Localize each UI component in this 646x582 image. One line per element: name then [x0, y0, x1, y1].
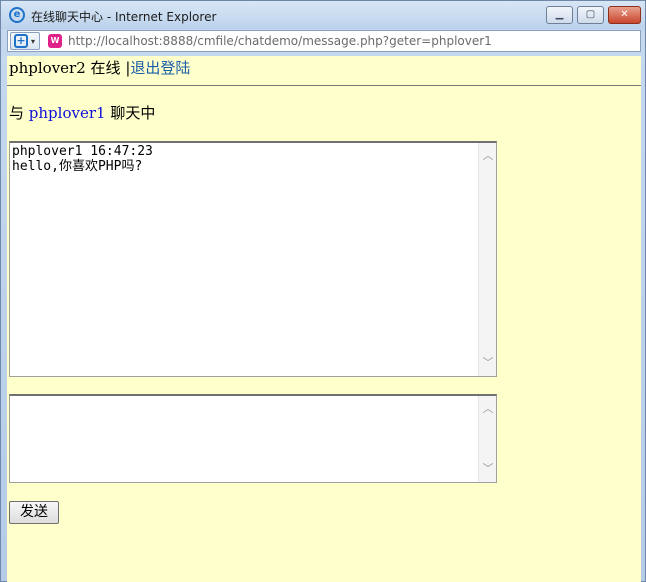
message-history-scrollbar[interactable]: ︿ ﹀ [478, 143, 496, 376]
divider [7, 85, 641, 86]
title-bar[interactable]: e 在线聊天中心 - Internet Explorer ▁ ▢ ✕ [1, 1, 645, 29]
chevron-down-icon: ▾ [31, 37, 36, 46]
minimize-icon: ▁ [555, 9, 564, 20]
online-status: 在线 [90, 59, 121, 77]
new-tab-button[interactable]: + ▾ [10, 32, 40, 50]
chat-peer-name: phplover1 [28, 104, 106, 122]
maximize-icon: ▢ [585, 9, 596, 20]
user-status-line: phplover2 在线 |退出登陆 [9, 57, 190, 78]
current-user: phplover2 [9, 59, 86, 77]
maximize-button[interactable]: ▢ [577, 6, 604, 24]
send-button[interactable]: 发送 [9, 501, 59, 524]
address-bar[interactable]: + ▾ W http://localhost:8888/cmfile/chatd… [7, 30, 641, 52]
message-history-text: phplover1 16:47:23 hello,你喜欢PHP吗? [12, 144, 153, 174]
chat-suffix: 聊天中 [110, 104, 156, 122]
scroll-down-icon[interactable]: ﹀ [479, 460, 497, 478]
message-input-scrollbar[interactable]: ︿ ﹀ [478, 396, 496, 482]
logout-link[interactable]: 退出登陆 [130, 59, 190, 77]
scroll-up-icon[interactable]: ︿ [479, 147, 496, 165]
minimize-button[interactable]: ▁ [546, 6, 573, 24]
window-title: 在线聊天中心 - Internet Explorer [31, 10, 217, 24]
browser-window: e 在线聊天中心 - Internet Explorer ▁ ▢ ✕ + ▾ W… [0, 0, 646, 582]
message-input-textarea[interactable]: ︿ ﹀ [9, 394, 497, 483]
close-icon: ✕ [620, 9, 629, 20]
chat-heading: 与 phplover1 聊天中 [9, 102, 155, 123]
scroll-up-icon[interactable]: ︿ [479, 400, 497, 418]
plus-icon: + [14, 34, 28, 48]
scroll-down-icon[interactable]: ﹀ [479, 354, 496, 372]
chat-prefix: 与 [9, 104, 25, 122]
url-text[interactable]: http://localhost:8888/cmfile/chatdemo/me… [68, 34, 492, 48]
internet-explorer-icon: e [9, 7, 25, 23]
site-favicon-icon: W [48, 34, 62, 48]
close-button[interactable]: ✕ [608, 6, 641, 24]
message-history-textarea[interactable]: phplover1 16:47:23 hello,你喜欢PHP吗? ︿ ﹀ [9, 141, 497, 377]
page-content: phplover2 在线 |退出登陆 与 phplover1 聊天中 phplo… [7, 56, 641, 582]
